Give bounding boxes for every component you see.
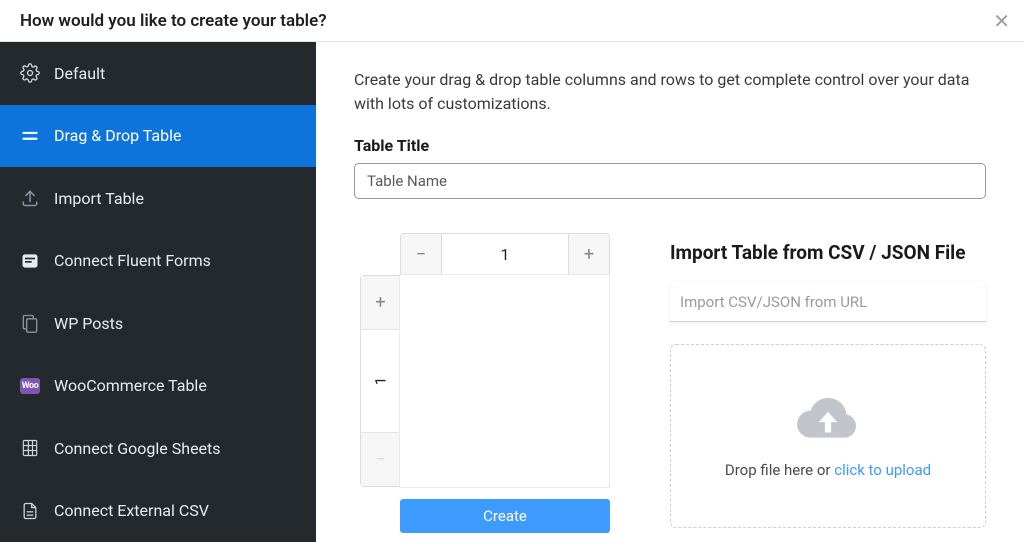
sidebar-item-external-csv[interactable]: Connect External CSV	[0, 480, 316, 542]
sidebar-item-default[interactable]: Default	[0, 42, 316, 105]
posts-icon	[20, 313, 40, 333]
sidebar-item-label: Connect External CSV	[54, 501, 209, 520]
click-to-upload-link[interactable]: click to upload	[834, 461, 931, 479]
create-button[interactable]: Create	[400, 499, 610, 533]
col-increment-button[interactable]: +	[569, 234, 609, 274]
import-panel: Import Table from CSV / JSON File Drop f…	[670, 233, 986, 528]
sidebar: Default Drag & Drop Table Import Table C…	[0, 42, 316, 542]
sidebar-item-label: WooCommerce Table	[54, 376, 207, 395]
import-title: Import Table from CSV / JSON File	[670, 241, 986, 264]
sidebar-item-label: Connect Fluent Forms	[54, 251, 211, 270]
config-row: − 1 + + 1 − Create Import	[354, 233, 986, 528]
upload-icon	[20, 188, 40, 208]
drop-text-prefix: Drop file here or	[725, 461, 834, 479]
main-pane: Create your drag & drop table columns an…	[316, 42, 1024, 542]
sidebar-item-fluent-forms[interactable]: Connect Fluent Forms	[0, 230, 316, 293]
cloud-upload-icon	[795, 393, 861, 447]
form-icon	[20, 251, 40, 271]
modal-body: Default Drag & Drop Table Import Table C…	[0, 42, 1024, 542]
sidebar-item-label: WP Posts	[54, 314, 123, 333]
sidebar-item-label: Default	[54, 64, 105, 83]
import-url-input[interactable]	[670, 282, 986, 322]
intro-text: Create your drag & drop table columns an…	[354, 68, 986, 116]
table-title-input[interactable]	[354, 163, 986, 199]
create-table-modal: How would you like to create your table?…	[0, 0, 1024, 542]
sidebar-item-import[interactable]: Import Table	[0, 167, 316, 230]
col-decrement-button[interactable]: −	[401, 234, 441, 274]
grid-preview-cell	[399, 274, 610, 488]
col-count-value: 1	[441, 234, 569, 274]
drag-handle-icon	[20, 126, 40, 146]
modal-header: How would you like to create your table?…	[0, 0, 1024, 42]
close-icon[interactable]: ✕	[993, 11, 1010, 31]
file-dropzone[interactable]: Drop file here or click to upload	[670, 344, 986, 528]
sidebar-item-label: Connect Google Sheets	[54, 439, 221, 458]
modal-title: How would you like to create your table?	[20, 11, 327, 31]
sidebar-item-label: Import Table	[54, 189, 144, 208]
row-decrement-button[interactable]: −	[361, 432, 400, 486]
table-title-label: Table Title	[354, 136, 986, 155]
gear-icon	[20, 63, 40, 83]
row-stepper: + 1 −	[360, 275, 400, 487]
sidebar-item-label: Drag & Drop Table	[54, 126, 181, 145]
column-stepper: − 1 +	[400, 233, 610, 275]
sidebar-item-google-sheets[interactable]: Connect Google Sheets	[0, 417, 316, 480]
file-icon	[20, 501, 40, 521]
grid-config: − 1 + + 1 − Create	[354, 233, 610, 528]
sidebar-item-wp-posts[interactable]: WP Posts	[0, 292, 316, 355]
spreadsheet-icon	[20, 438, 40, 458]
sidebar-item-woocommerce[interactable]: Woo WooCommerce Table	[0, 355, 316, 418]
drop-text: Drop file here or click to upload	[725, 461, 931, 479]
row-increment-button[interactable]: +	[361, 276, 400, 330]
sidebar-item-drag-drop[interactable]: Drag & Drop Table	[0, 105, 316, 168]
woocommerce-icon: Woo	[20, 376, 40, 396]
